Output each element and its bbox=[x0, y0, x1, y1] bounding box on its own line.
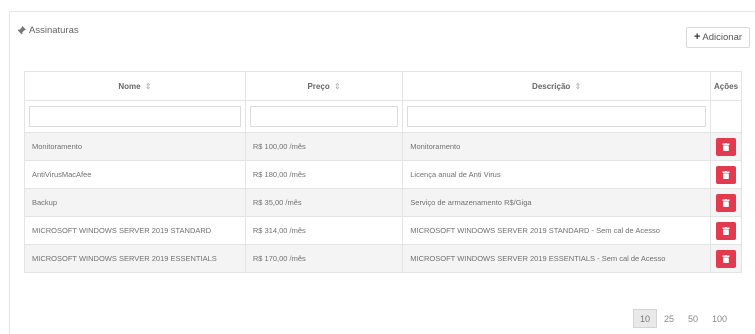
table-row: Monitoramento R$ 100,00 /mês Monitoramen… bbox=[24, 132, 742, 161]
column-header-descricao[interactable]: Descrição ⇕ bbox=[402, 71, 712, 101]
delete-button[interactable] bbox=[716, 165, 736, 184]
cell-preco: R$ 314,00 /mês bbox=[244, 216, 404, 245]
column-header-nome[interactable]: Nome ⇕ bbox=[24, 71, 246, 101]
cell-descricao: MICROSOFT WINDOWS SERVER 2019 ESSENTIALS… bbox=[402, 244, 712, 273]
delete-button[interactable] bbox=[716, 137, 736, 156]
filter-input-nome[interactable] bbox=[29, 106, 241, 127]
cell-preco: R$ 35,00 /mês bbox=[244, 188, 404, 217]
delete-button[interactable] bbox=[716, 249, 736, 268]
filter-input-preco[interactable] bbox=[249, 106, 399, 127]
cell-preco: R$ 170,00 /mês bbox=[244, 244, 404, 273]
table-row: AntiVirusMacAfee R$ 180,00 /mês Licença … bbox=[24, 160, 742, 189]
filter-input-descricao[interactable] bbox=[407, 106, 707, 127]
sort-icon: ⇕ bbox=[333, 81, 341, 91]
subscriptions-table: Nome ⇕ Preço ⇕ Descrição ⇕ Ações Monitor… bbox=[24, 71, 742, 273]
add-button[interactable]: + Adicionar bbox=[686, 27, 750, 48]
sort-icon: ⇕ bbox=[144, 81, 152, 91]
add-button-label: Adicionar bbox=[702, 32, 743, 43]
trash-icon bbox=[722, 170, 730, 179]
cell-descricao: Serviço de armazenamento R$/Giga bbox=[402, 188, 712, 217]
cell-nome: Monitoramento bbox=[24, 132, 246, 161]
panel-title: Assinaturas bbox=[17, 25, 79, 36]
cell-descricao: Monitoramento bbox=[402, 132, 712, 161]
cell-nome: Backup bbox=[24, 188, 246, 217]
column-header-preco[interactable]: Preço ⇕ bbox=[244, 71, 404, 101]
column-header-acoes: Ações bbox=[710, 71, 742, 101]
page-size-option-50[interactable]: 50 bbox=[681, 309, 705, 328]
table-header-row: Nome ⇕ Preço ⇕ Descrição ⇕ Ações bbox=[24, 71, 742, 101]
table-row: MICROSOFT WINDOWS SERVER 2019 STANDARD R… bbox=[24, 216, 742, 245]
trash-icon bbox=[722, 254, 730, 263]
cell-preco: R$ 180,00 /mês bbox=[244, 160, 404, 189]
cell-preco: R$ 100,00 /mês bbox=[244, 132, 404, 161]
table-row: Backup R$ 35,00 /mês Serviço de armazena… bbox=[24, 188, 742, 217]
plus-icon: + bbox=[693, 31, 701, 43]
delete-button[interactable] bbox=[716, 221, 736, 240]
delete-button[interactable] bbox=[716, 193, 736, 212]
sort-icon: ⇕ bbox=[574, 81, 582, 91]
filter-row bbox=[24, 100, 742, 133]
trash-icon bbox=[722, 142, 730, 151]
page-size-option-100[interactable]: 100 bbox=[705, 309, 734, 328]
cell-nome: MICROSOFT WINDOWS SERVER 2019 STANDARD bbox=[24, 216, 246, 245]
cell-descricao: MICROSOFT WINDOWS SERVER 2019 STANDARD -… bbox=[402, 216, 712, 245]
page-size-selector: 10 25 50 100 bbox=[633, 309, 734, 328]
page-size-option-25[interactable]: 25 bbox=[657, 309, 681, 328]
trash-icon bbox=[722, 198, 730, 207]
page-size-option-10[interactable]: 10 bbox=[633, 309, 658, 328]
cell-descricao: Licença anual de Anti Virus bbox=[402, 160, 712, 189]
pin-icon bbox=[17, 26, 26, 35]
cell-nome: AntiVirusMacAfee bbox=[24, 160, 246, 189]
panel-title-text: Assinaturas bbox=[29, 25, 79, 36]
table-row: MICROSOFT WINDOWS SERVER 2019 ESSENTIALS… bbox=[24, 244, 742, 273]
cell-nome: MICROSOFT WINDOWS SERVER 2019 ESSENTIALS bbox=[24, 244, 246, 273]
trash-icon bbox=[722, 226, 730, 235]
